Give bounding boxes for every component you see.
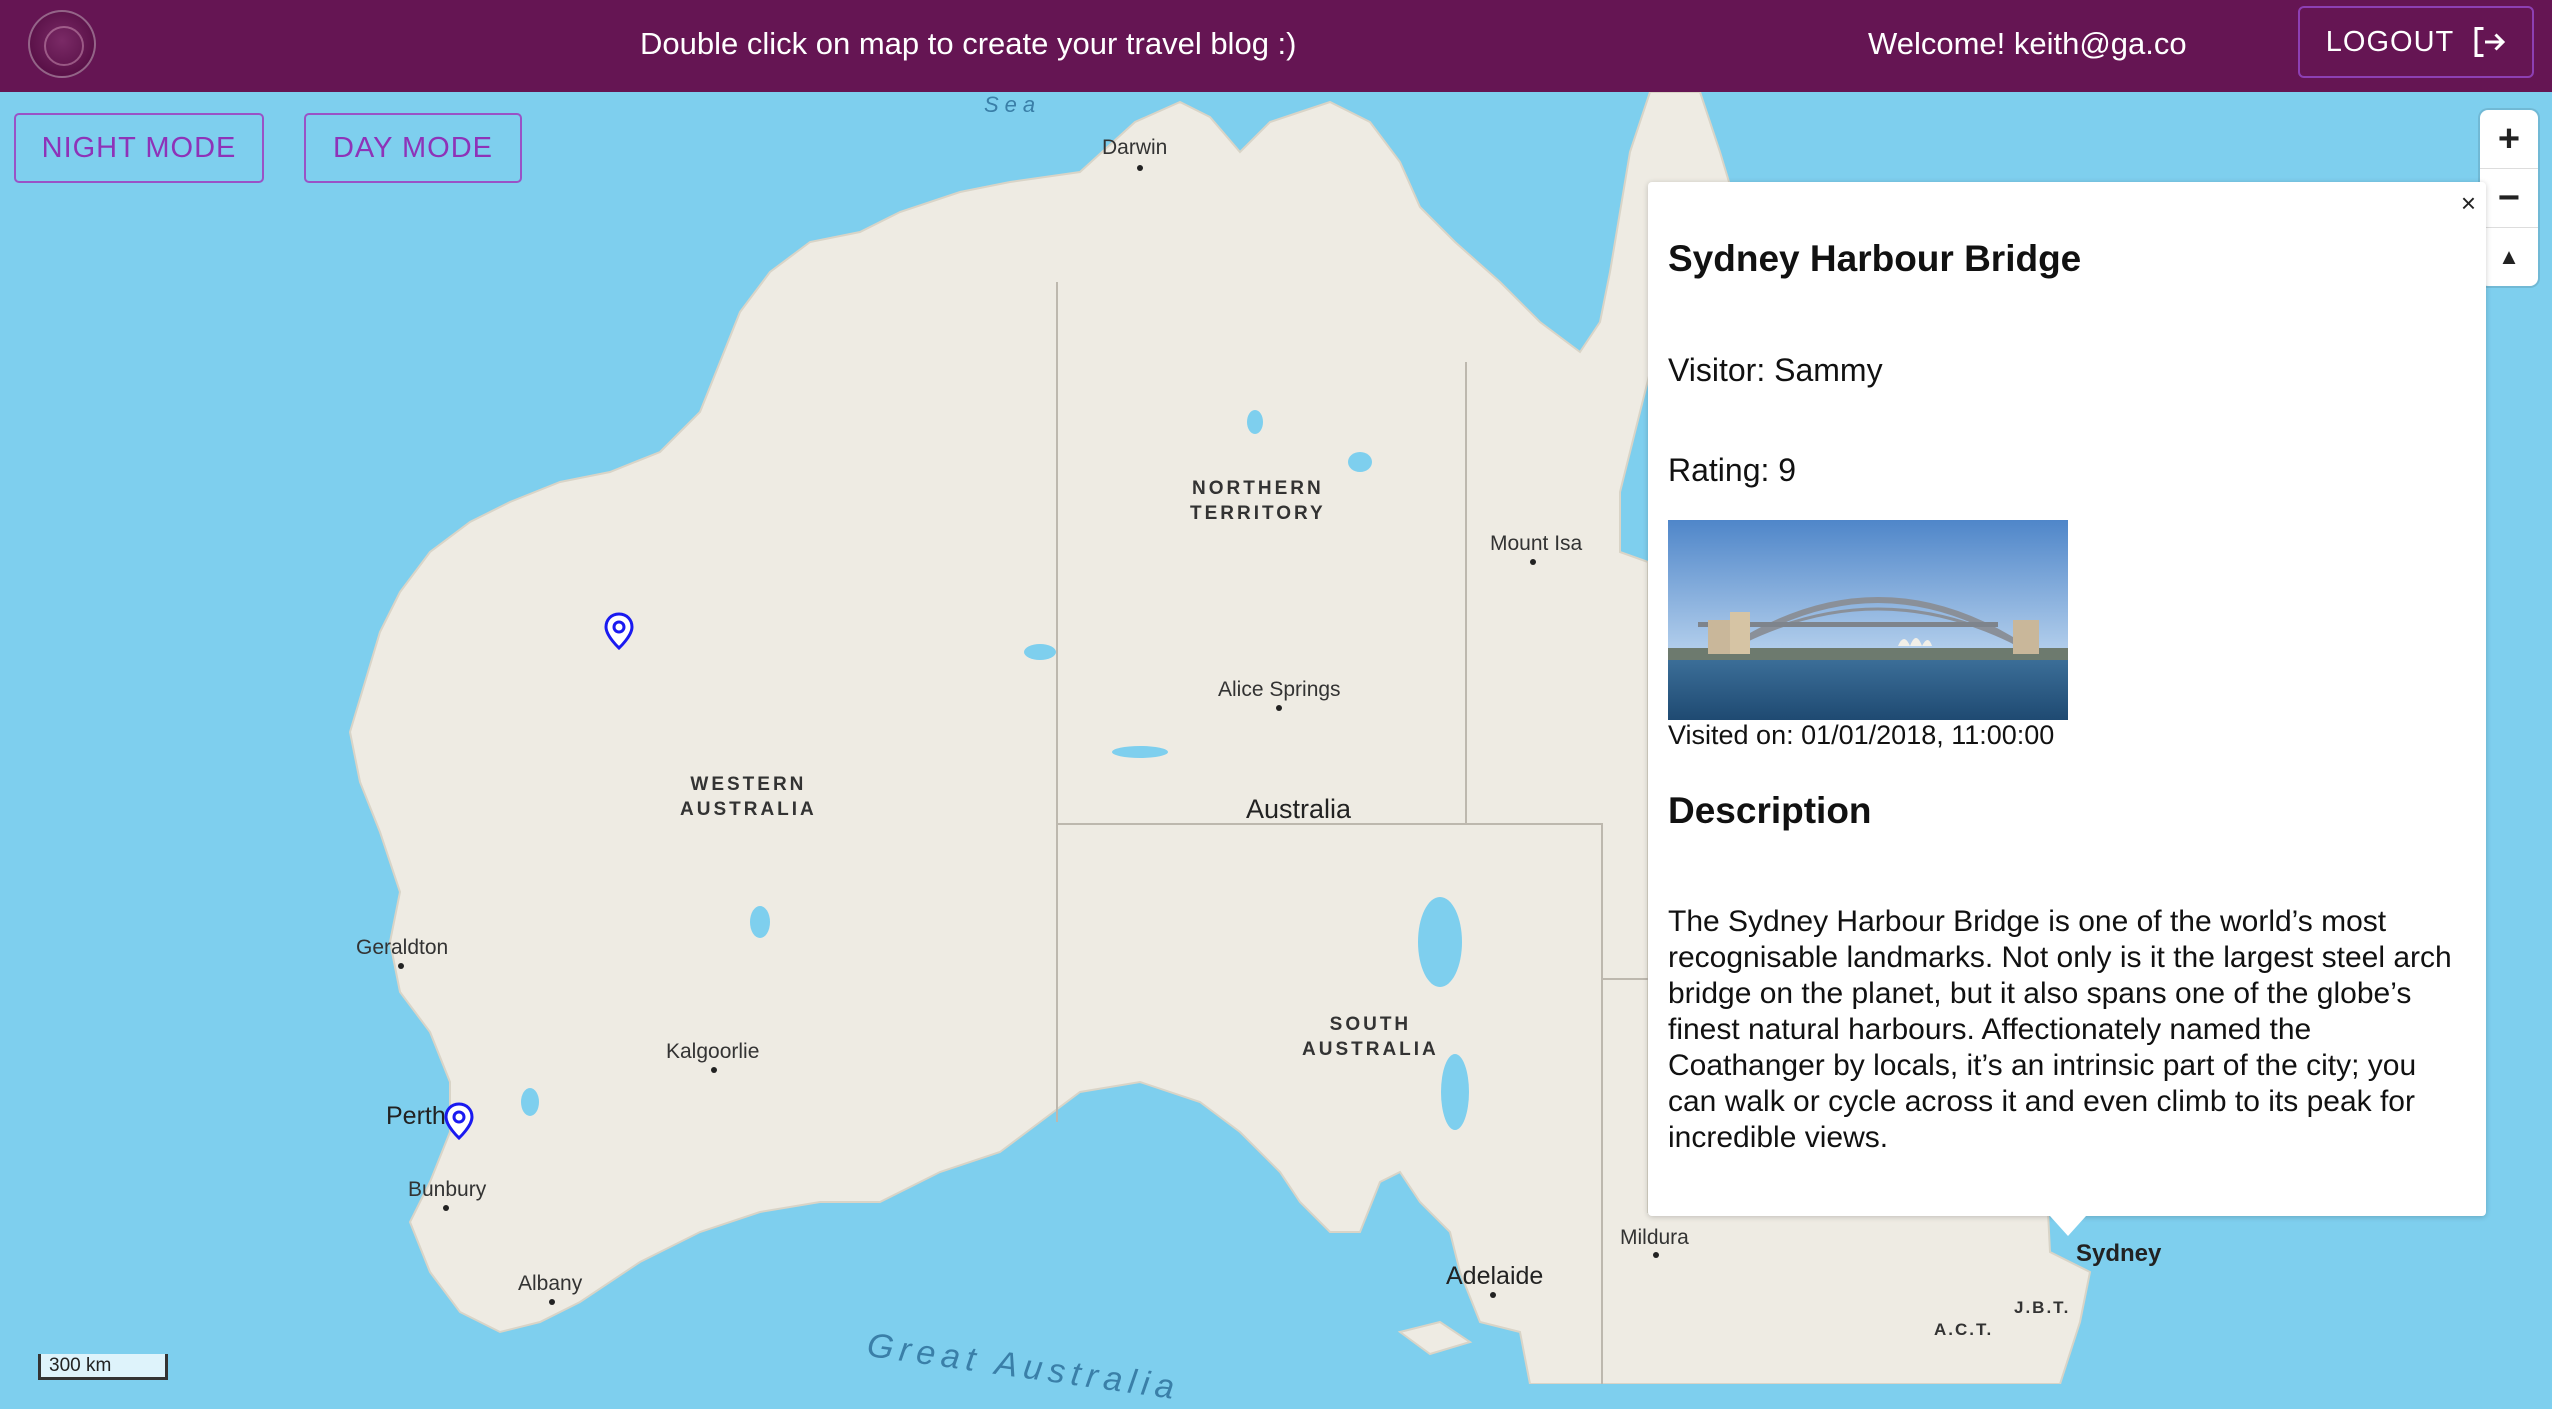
- app-logo-icon: [28, 10, 96, 78]
- zoom-out-button[interactable]: −: [2480, 169, 2538, 228]
- zoom-controls: + − ▲: [2480, 110, 2538, 286]
- city-darwin: Darwin: [1102, 136, 1168, 159]
- day-mode-button[interactable]: DAY MODE: [304, 113, 522, 183]
- city-alice-springs: Alice Springs: [1218, 678, 1341, 701]
- city-sydney: Sydney: [2076, 1240, 2162, 1267]
- city-bunbury: Bunbury: [408, 1178, 487, 1201]
- city-dot: [549, 1299, 555, 1305]
- city-adelaide: Adelaide: [1446, 1262, 1544, 1290]
- city-dot: [1530, 559, 1536, 565]
- region-label-northern-territory: NORTHERN TERRITORY: [1190, 478, 1326, 524]
- city-albany: Albany: [518, 1272, 583, 1295]
- popup-close-button[interactable]: ×: [2461, 188, 2476, 219]
- popup-tip: [2050, 1216, 2086, 1236]
- label-jbt: J.B.T.: [2014, 1298, 2071, 1317]
- logout-button[interactable]: LOGOUT: [2298, 6, 2534, 78]
- popup-visitor: Visitor: Sammy: [1668, 352, 1883, 388]
- city-mildura: Mildura: [1620, 1226, 1689, 1249]
- popup-photo: [1668, 520, 2068, 720]
- label-act: A.C.T.: [1934, 1320, 1994, 1339]
- sea-label: Sea: [984, 92, 1042, 117]
- compass-icon[interactable]: ▲: [2480, 228, 2538, 286]
- popup-description: The Sydney Harbour Bridge is one of the …: [1668, 905, 2452, 1154]
- app-header: Double click on map to create your trave…: [0, 0, 2552, 92]
- map-marker-icon[interactable]: [444, 1102, 474, 1140]
- logout-icon: [2474, 27, 2506, 57]
- city-dot: [1653, 1252, 1659, 1258]
- city-dot: [1490, 1292, 1496, 1298]
- header-instruction: Double click on map to create your trave…: [640, 26, 1297, 61]
- city-dot: [1137, 165, 1143, 171]
- city-dot: [443, 1205, 449, 1211]
- location-popup: × Sydney Harbour Bridge Visitor: Sammy R…: [1648, 182, 2486, 1216]
- city-dot: [1276, 705, 1282, 711]
- city-perth: Perth: [386, 1102, 446, 1130]
- region-label-south-australia: SOUTH AUSTRALIA: [1302, 1014, 1439, 1060]
- map-marker-icon[interactable]: [604, 612, 634, 650]
- map-scale-bar: 300 km: [38, 1354, 168, 1380]
- city-geraldton: Geraldton: [356, 936, 449, 959]
- country-label: Australia: [1246, 794, 1352, 824]
- welcome-text: Welcome! keith@ga.co: [1868, 26, 2187, 61]
- region-label-western-australia: WESTERN AUSTRALIA: [680, 774, 817, 820]
- city-mount-isa: Mount Isa: [1490, 532, 1583, 555]
- popup-title: Sydney Harbour Bridge: [1668, 238, 2082, 279]
- popup-rating: Rating: 9: [1668, 452, 1797, 488]
- night-mode-button[interactable]: NIGHT MODE: [14, 113, 264, 183]
- popup-description-heading: Description: [1668, 790, 1872, 831]
- city-kalgoorlie: Kalgoorlie: [666, 1040, 760, 1063]
- zoom-in-button[interactable]: +: [2480, 110, 2538, 169]
- logout-label: LOGOUT: [2325, 25, 2455, 58]
- city-dot: [711, 1067, 717, 1073]
- popup-visited-date: Visited on: 01/01/2018, 11:00:00: [1668, 720, 2055, 750]
- city-dot: [398, 963, 404, 969]
